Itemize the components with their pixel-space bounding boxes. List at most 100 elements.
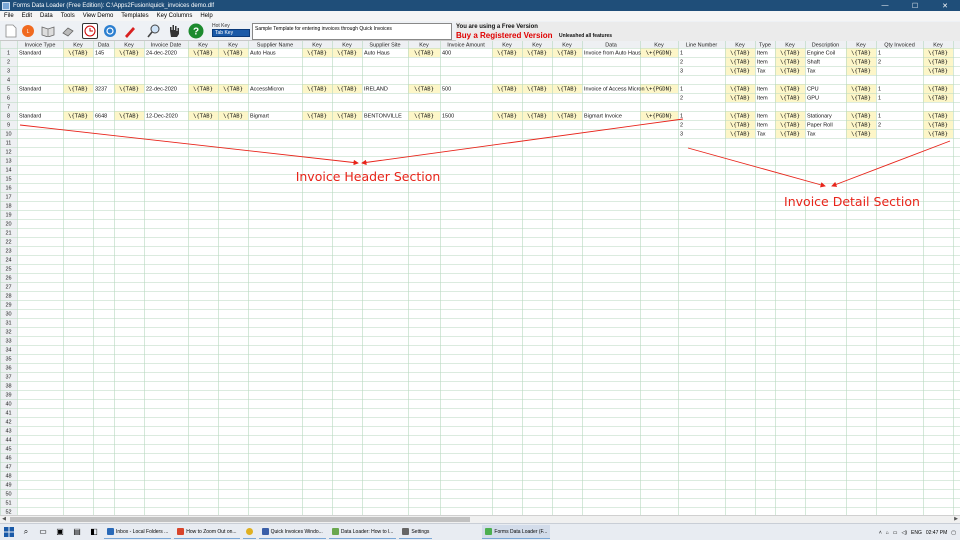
row-number[interactable]: 47 (5, 465, 11, 471)
key-cell-text[interactable]: \{TAB} (497, 114, 517, 120)
data-cell[interactable]: GPU (807, 96, 819, 102)
key-cell-text[interactable]: \{TAB} (730, 51, 750, 57)
close-button[interactable]: ✕ (930, 2, 960, 10)
key-cell-text[interactable]: \{TAB} (119, 114, 139, 120)
key-cell-text[interactable]: \{TAB} (527, 87, 547, 93)
maximize-button[interactable]: ☐ (900, 2, 930, 10)
column-header[interactable]: Invoice Date (151, 43, 182, 49)
data-cell[interactable]: 24-dec-2020 (146, 51, 177, 57)
data-cell[interactable]: 12-Dec-2020 (146, 114, 178, 120)
row-number[interactable]: 5 (7, 87, 10, 93)
chevron-up-icon[interactable]: ˄ (879, 530, 882, 536)
column-header[interactable]: Supplier Site (369, 43, 400, 49)
data-cell[interactable]: 3237 (95, 87, 107, 93)
key-cell-text[interactable]: \{TAB} (223, 87, 243, 93)
key-cell-text[interactable]: \{TAB} (928, 96, 948, 102)
row-number[interactable]: 11 (6, 141, 12, 147)
key-cell-text[interactable]: \{TAB} (557, 114, 577, 120)
taskbar-item-forms-data-loader[interactable]: Forms Data Loader (F... (482, 525, 551, 539)
key-cell-text[interactable]: \{TAB} (557, 51, 577, 57)
data-cell[interactable]: 3 (680, 69, 683, 75)
data-cell[interactable]: 2 (878, 123, 881, 129)
key-cell-text[interactable]: \{TAB} (68, 114, 88, 120)
data-cell[interactable]: Item (757, 114, 768, 120)
taskbar-item-quick-invoices[interactable]: Quick Invoices Windo... (258, 525, 326, 539)
key-cell-text[interactable]: \{TAB} (307, 87, 327, 93)
template-description-field[interactable]: Sample Template for entering invoices th… (252, 23, 452, 40)
data-cell[interactable]: Bigmart Invoice (584, 114, 622, 120)
data-cell[interactable]: 400 (442, 51, 451, 57)
column-header[interactable]: Key (502, 43, 512, 49)
data-cell[interactable]: 2 (680, 123, 683, 129)
data-cell[interactable]: Shaft (807, 60, 820, 66)
data-cell[interactable]: 1 (680, 114, 683, 120)
row-number[interactable]: 43 (5, 429, 11, 435)
data-cell[interactable]: Tax (757, 132, 766, 138)
refresh-icon[interactable] (102, 23, 118, 39)
new-file-icon[interactable] (3, 23, 19, 39)
row-number[interactable]: 30 (5, 312, 11, 318)
key-cell-text[interactable]: \{TAB} (307, 114, 327, 120)
row-number[interactable]: 14 (5, 168, 11, 174)
help-icon[interactable]: ? (188, 23, 204, 39)
taskbar-item-zoom[interactable]: How to Zoom Out on... (174, 525, 240, 539)
taskbar-item-data-loader[interactable]: Data Loader: How to l... (328, 525, 397, 539)
key-cell-text[interactable]: \{TAB} (780, 123, 800, 129)
data-cell[interactable]: 6648 (95, 114, 107, 120)
data-cell[interactable]: 500 (442, 87, 451, 93)
row-number[interactable]: 40 (5, 402, 11, 408)
store-icon[interactable]: ▣ (53, 525, 67, 539)
row-number[interactable]: 21 (5, 231, 11, 237)
office-icon[interactable]: ◧ (87, 525, 101, 539)
task-view-icon[interactable]: ▭ (36, 525, 50, 539)
row-number[interactable]: 26 (5, 276, 11, 282)
row-number[interactable]: 8 (7, 114, 10, 120)
column-header[interactable]: Data (98, 43, 111, 49)
key-cell-text[interactable]: \{TAB} (928, 87, 948, 93)
row-number[interactable]: 22 (5, 240, 11, 246)
key-cell-text[interactable]: \{TAB} (730, 60, 750, 66)
column-header[interactable]: Key (562, 43, 572, 49)
key-cell-text[interactable]: \{TAB} (119, 87, 139, 93)
key-cell-text[interactable]: \{TAB} (780, 69, 800, 75)
scroll-left-icon[interactable]: ◀ (0, 516, 8, 523)
clock-icon[interactable] (82, 23, 98, 39)
key-cell-text[interactable]: \{TAB} (557, 87, 577, 93)
row-number[interactable]: 4 (7, 78, 10, 84)
column-header[interactable]: Data (605, 43, 618, 49)
scroll-right-icon[interactable]: ▶ (952, 516, 960, 523)
search-icon[interactable] (146, 23, 162, 39)
row-number[interactable]: 48 (5, 474, 11, 480)
row-number[interactable]: 35 (5, 357, 11, 363)
column-header[interactable]: Key (532, 43, 542, 49)
key-cell-text[interactable]: \{TAB} (851, 51, 871, 57)
row-number[interactable]: 13 (5, 159, 11, 165)
column-header[interactable]: Key (124, 43, 134, 49)
data-cell[interactable]: 1 (878, 87, 881, 93)
key-cell-text[interactable]: \{TAB} (851, 96, 871, 102)
key-cell-text[interactable]: \{TAB} (337, 114, 357, 120)
key-cell-text[interactable]: \{TAB} (780, 132, 800, 138)
taskbar-item-inbox[interactable]: Inbox - Local Folders ... (104, 525, 172, 539)
column-header[interactable]: Type (759, 43, 771, 49)
data-cell[interactable]: 22-dec-2020 (146, 87, 177, 93)
data-cell[interactable]: Auto Haus (250, 51, 276, 57)
row-number[interactable]: 29 (5, 303, 11, 309)
data-cell[interactable]: Standard (19, 87, 41, 93)
data-cell[interactable]: BENTONVILLE (364, 114, 402, 120)
key-cell-text[interactable]: \+{PGDN} (646, 114, 673, 120)
horizontal-scrollbar[interactable]: ◀ ▶ (0, 515, 960, 523)
file-explorer-icon[interactable]: ▤ (70, 525, 84, 539)
column-header[interactable]: Key (856, 43, 866, 49)
taskbar-item-chrome[interactable] (242, 525, 256, 539)
row-number[interactable]: 19 (5, 213, 11, 219)
data-cell[interactable]: Standard (19, 114, 41, 120)
column-header[interactable]: Key (785, 43, 795, 49)
row-number[interactable]: 3 (7, 69, 10, 75)
key-cell-text[interactable]: \{TAB} (68, 87, 88, 93)
open-book-icon[interactable] (40, 23, 56, 39)
column-header[interactable]: Key (312, 43, 322, 49)
row-number[interactable]: 49 (5, 483, 11, 489)
data-cell[interactable]: 2 (878, 60, 881, 66)
search-taskbar-icon[interactable]: ⌕ (19, 525, 33, 539)
